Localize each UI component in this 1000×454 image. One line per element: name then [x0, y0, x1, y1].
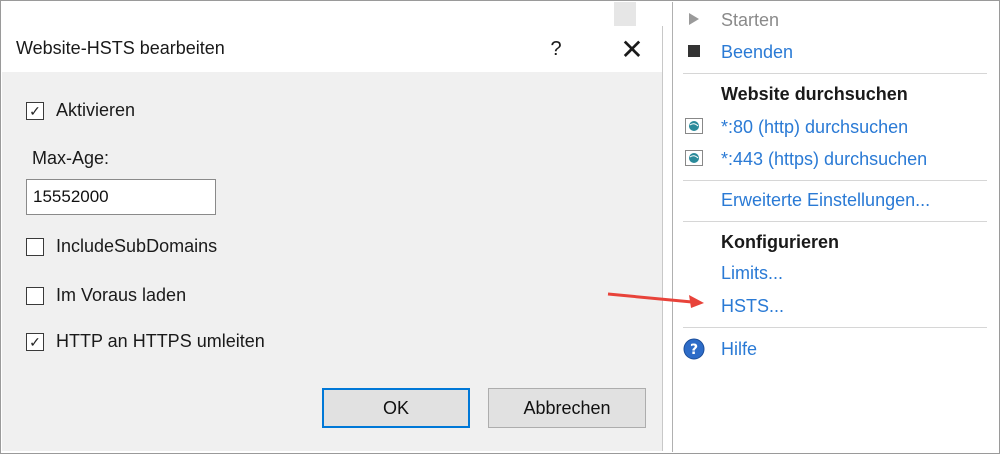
redirect-label: HTTP an HTTPS umleiten: [56, 331, 265, 351]
divider: [683, 221, 987, 222]
hsts-dialog: Website-HSTS bearbeiten ? ✕ ✓ Aktivieren…: [2, 26, 663, 451]
divider: [683, 327, 987, 328]
start-action[interactable]: Starten: [721, 10, 779, 31]
checkmark-icon: ✓: [29, 333, 41, 350]
preload-checkbox[interactable]: [26, 286, 44, 305]
browse-http-link[interactable]: *:80 (http) durchsuchen: [721, 117, 908, 138]
browse-https-link[interactable]: *:443 (https) durchsuchen: [721, 149, 927, 170]
hsts-link[interactable]: HSTS...: [721, 296, 784, 317]
question-mark-icon: ?: [550, 37, 562, 60]
limits-link[interactable]: Limits...: [721, 263, 783, 284]
browse-heading: Website durchsuchen: [721, 84, 908, 104]
checkmark-icon: ✓: [29, 102, 41, 119]
annotation-arrow-icon: [607, 292, 704, 308]
enable-checkbox-row[interactable]: ✓ Aktivieren: [26, 100, 135, 121]
max-age-label: Max-Age:: [32, 148, 110, 168]
help-link[interactable]: Hilfe: [721, 339, 757, 360]
help-icon: ?: [683, 338, 705, 360]
include-subdomains-checkbox[interactable]: [26, 237, 44, 256]
enable-checkbox[interactable]: ✓: [26, 101, 44, 120]
enable-label: Aktivieren: [56, 100, 136, 120]
divider: [683, 180, 987, 181]
ok-button[interactable]: OK: [322, 388, 470, 428]
configure-heading: Konfigurieren: [721, 232, 840, 252]
dialog-title: Website-HSTS bearbeiten: [16, 38, 225, 58]
dialog-titlebar: Website-HSTS bearbeiten ? ✕: [2, 26, 662, 72]
stop-action[interactable]: Beenden: [721, 42, 793, 63]
redirect-checkbox[interactable]: ✓: [26, 332, 44, 351]
close-icon: ✕: [620, 33, 644, 65]
svg-text:?: ?: [690, 342, 698, 358]
preload-row[interactable]: Im Voraus laden: [26, 285, 186, 306]
background-scrollbar[interactable]: [614, 2, 636, 28]
redirect-row[interactable]: ✓ HTTP an HTTPS umleiten: [26, 331, 265, 352]
play-icon: [685, 10, 703, 28]
include-subdomains-label: IncludeSubDomains: [56, 236, 218, 256]
background-window: [2, 2, 662, 28]
advanced-settings-link[interactable]: Erweiterte Einstellungen...: [721, 190, 930, 211]
close-button[interactable]: ✕: [612, 32, 652, 66]
cancel-button[interactable]: Abbrechen: [488, 388, 646, 428]
divider: [683, 73, 987, 74]
include-subdomains-row[interactable]: IncludeSubDomains: [26, 236, 217, 257]
stop-icon: [685, 42, 703, 60]
browse-globe-icon: [685, 117, 703, 135]
help-button[interactable]: ?: [536, 32, 576, 66]
actions-pane: Starten Beenden Website durchsuchen *:80…: [672, 2, 999, 452]
preload-label: Im Voraus laden: [56, 285, 187, 305]
max-age-input[interactable]: [26, 179, 216, 215]
browse-globe-icon: [685, 149, 703, 167]
